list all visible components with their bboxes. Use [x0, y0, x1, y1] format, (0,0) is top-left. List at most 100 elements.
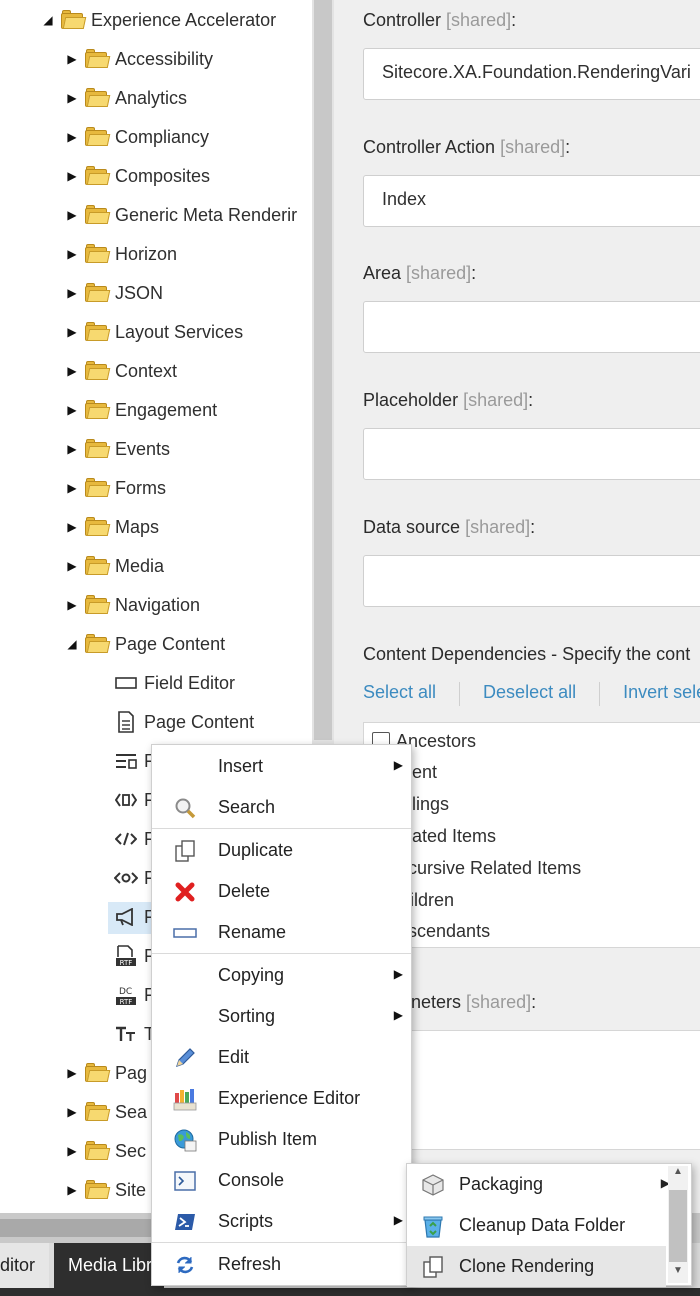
checklist-item-related-items[interactable]: elated Items	[398, 820, 496, 852]
tree-node-folder[interactable]: ▶ Maps	[62, 512, 159, 542]
tree-node-folder[interactable]: ▶ Navigation	[62, 590, 200, 620]
expand-arrow-icon[interactable]: ▶	[62, 590, 82, 620]
tree-node-folder[interactable]: ▶ Sea	[62, 1097, 147, 1127]
deselect-all-link[interactable]: Deselect all	[483, 682, 576, 708]
submenu-item-cleanup-data-folder[interactable]: Cleanup Data Folder	[407, 1205, 666, 1246]
tree-node-child-3[interactable]: F	[114, 746, 155, 776]
expand-arrow-icon[interactable]: ▶	[62, 512, 82, 542]
tree-node-folder[interactable]: ▶ Composites	[62, 161, 210, 191]
tree-node-folder[interactable]: ▶ Horizon	[62, 239, 177, 269]
menu-item-edit[interactable]: Edit	[152, 1037, 411, 1078]
parameters-input[interactable]	[363, 1030, 700, 1150]
tree-node-child-5[interactable]: F	[114, 824, 155, 854]
expand-arrow-icon[interactable]: ▶	[62, 239, 82, 269]
tree-node-experience-accelerator[interactable]: ◢ Experience Accelerator	[38, 5, 276, 35]
folder-icon	[84, 166, 111, 186]
menu-item-scripts[interactable]: Scripts ▶	[152, 1201, 411, 1242]
tree-node-child-9[interactable]: DC RTF F	[114, 980, 155, 1010]
select-all-link[interactable]: Select all	[363, 682, 436, 708]
tree-node-label: JSON	[115, 282, 164, 303]
checklist-item-recursive-related-items[interactable]: ecursive Related Items	[398, 852, 581, 884]
expand-arrow-icon[interactable]: ▶	[62, 551, 82, 581]
expand-arrow-icon[interactable]: ▶	[62, 44, 82, 74]
data-source-input[interactable]	[363, 555, 700, 607]
tree-node-field-editor[interactable]: Field Editor	[114, 668, 235, 698]
menu-item-publish-item[interactable]: Publish Item	[152, 1119, 411, 1160]
tree-node-child-7-selected[interactable]: F	[114, 902, 155, 932]
tree-node-folder[interactable]: ▶ Context	[62, 356, 177, 386]
search-icon	[152, 797, 218, 819]
menu-item-sorting[interactable]: Sorting ▶	[152, 996, 411, 1037]
area-input[interactable]	[363, 301, 700, 353]
recycle-bin-icon	[407, 1214, 459, 1238]
expand-arrow-icon[interactable]: ▶	[62, 356, 82, 386]
menu-item-copying[interactable]: Copying ▶	[152, 955, 411, 996]
menu-item-experience-editor[interactable]: Experience Editor	[152, 1078, 411, 1119]
menu-item-delete[interactable]: Delete	[152, 871, 411, 912]
tree-node-folder[interactable]: ▶ Accessibility	[62, 44, 213, 74]
submenu-item-packaging[interactable]: Packaging ▶	[407, 1164, 670, 1205]
expand-arrow-icon[interactable]: ▶	[62, 1058, 82, 1088]
tree-node-page-content-item[interactable]: Page Content	[114, 707, 254, 737]
tree-node-folder[interactable]: ▶ Engagement	[62, 395, 217, 425]
tree-node-folder[interactable]: ▶ Media	[62, 551, 164, 581]
expand-arrow-icon[interactable]: ▶	[62, 278, 82, 308]
tree-node-folder[interactable]: ▶ Site	[62, 1175, 146, 1205]
media-library-tab[interactable]: Media Libr	[54, 1243, 164, 1288]
tree-node-child-4[interactable]: F	[114, 785, 155, 815]
menu-item-duplicate[interactable]: Duplicate	[152, 830, 411, 871]
tree-node-folder[interactable]: ▶ Analytics	[62, 83, 187, 113]
tree-node-folder[interactable]: ▶ Sec	[62, 1136, 146, 1166]
tree-node-child-6[interactable]: F	[114, 863, 155, 893]
tree-node-child-8[interactable]: RTF F	[114, 941, 155, 971]
menu-item-label: Refresh	[218, 1254, 282, 1274]
menu-item-rename[interactable]: Rename	[152, 912, 411, 953]
expand-arrow-icon[interactable]: ▶	[62, 473, 82, 503]
submenu-item-clone-rendering[interactable]: Clone Rendering	[407, 1246, 666, 1287]
expand-arrow-icon[interactable]: ▶	[62, 1175, 82, 1205]
scroll-down-arrow-icon[interactable]: ▼	[668, 1265, 688, 1283]
expand-arrow-icon[interactable]: ▶	[62, 122, 82, 152]
menu-item-label: Copying	[218, 965, 285, 985]
menu-item-search[interactable]: Search	[152, 787, 411, 828]
menu-item-refresh[interactable]: Refresh	[152, 1244, 411, 1285]
expand-arrow-icon[interactable]: ▶	[62, 83, 82, 113]
tree-node-label: Generic Meta Renderir	[115, 204, 298, 225]
tree-node-folder[interactable]: ▶ Layout Services	[62, 317, 243, 347]
tree-node-folder[interactable]: ▶ JSON	[62, 278, 163, 308]
powershell-icon	[152, 1211, 218, 1233]
expand-arrow-icon[interactable]: ▶	[62, 317, 82, 347]
controller-input[interactable]: Sitecore.XA.Foundation.RenderingVari	[363, 48, 700, 100]
tree-scrollbar-thumb[interactable]	[314, 0, 332, 740]
invert-selection-link[interactable]: Invert sele	[623, 682, 700, 708]
tree-node-folder[interactable]: ▶ Compliancy	[62, 122, 209, 152]
tree-node-label: Sec	[115, 1140, 147, 1161]
tree-node-folder[interactable]: ▶ Generic Meta Renderir	[62, 200, 297, 230]
tree-node-label: Site	[115, 1179, 147, 1200]
tree-node-label: Horizon	[115, 243, 178, 264]
folder-icon	[84, 556, 111, 576]
expand-arrow-icon[interactable]: ▶	[62, 1136, 82, 1166]
expand-arrow-icon[interactable]: ▶	[62, 161, 82, 191]
expand-arrow-icon[interactable]: ▶	[62, 395, 82, 425]
tree-node-child-10[interactable]: T	[114, 1019, 155, 1049]
submenu-scrollbar[interactable]: ▲ ▼	[668, 1166, 688, 1283]
expand-arrow-icon[interactable]: ▶	[62, 1097, 82, 1127]
scroll-up-arrow-icon[interactable]: ▲	[668, 1166, 688, 1184]
tree-node-folder[interactable]: ◢ Page Content	[62, 629, 225, 659]
controller-action-input[interactable]: Index	[363, 175, 700, 227]
expand-arrow-icon[interactable]: ▶	[62, 200, 82, 230]
submenu-scrollbar-thumb[interactable]	[669, 1190, 687, 1262]
expand-arrow-icon[interactable]: ▶	[62, 434, 82, 464]
collapse-arrow-icon[interactable]: ◢	[62, 629, 82, 659]
placeholder-input[interactable]	[363, 428, 700, 480]
collapse-arrow-icon[interactable]: ◢	[38, 5, 58, 35]
tree-node-folder[interactable]: ▶ Pag	[62, 1058, 147, 1088]
tree-node-folder[interactable]: ▶ Events	[62, 434, 170, 464]
editor-tab[interactable]: ditor	[0, 1243, 50, 1288]
menu-item-insert[interactable]: Insert ▶	[152, 746, 411, 787]
folder-icon	[84, 400, 111, 420]
tree-node-folder[interactable]: ▶ Forms	[62, 473, 166, 503]
menu-separator	[152, 953, 411, 954]
menu-item-console[interactable]: Console	[152, 1160, 411, 1201]
